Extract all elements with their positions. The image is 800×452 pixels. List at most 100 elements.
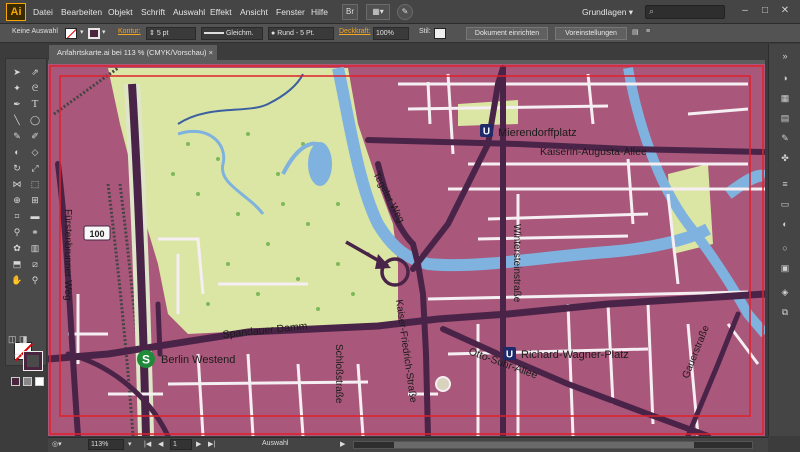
rotate-tool-icon[interactable]: ↻ xyxy=(10,161,24,175)
artboard-tool-icon[interactable]: ⬒ xyxy=(10,257,24,271)
fill-dropdown-icon[interactable]: ▾ xyxy=(80,28,84,36)
opacity-field[interactable]: 100% xyxy=(373,27,409,40)
zoom-tool-icon[interactable]: ⚲ xyxy=(28,273,42,287)
line-tool-icon[interactable]: ╲ xyxy=(10,113,24,127)
none-mode-icon[interactable] xyxy=(35,377,44,386)
graphic-styles-icon[interactable]: ▣ xyxy=(778,262,792,274)
pencil-tool-icon[interactable]: ✐ xyxy=(28,129,42,143)
first-artboard-icon[interactable]: |◀ xyxy=(144,440,151,448)
gpu-performance-icon[interactable]: ✎ xyxy=(397,4,413,20)
search-icon: ⌕ xyxy=(649,6,655,16)
menu-objekt[interactable]: Objekt xyxy=(108,7,133,17)
draw-mode-icons[interactable]: ◫ ◨ xyxy=(8,334,44,346)
appearance-panel-icon[interactable]: ○ xyxy=(778,242,792,254)
brush-tool-icon[interactable]: ✎ xyxy=(10,129,24,143)
stroke-swatch[interactable] xyxy=(88,28,100,39)
scrollbar-thumb[interactable] xyxy=(394,442,694,448)
lasso-tool-icon[interactable]: ᘓ xyxy=(28,81,42,95)
magic-wand-tool-icon[interactable]: ✦ xyxy=(10,81,24,95)
brushes-panel-icon[interactable]: ✎ xyxy=(778,132,792,144)
tools-panel: ➤ ⇗ ✦ ᘓ ✒ T ╲ ◯ ✎ ✐ ◐ ◇ ↻ ⤢ ⋈ ⬚ ⊕ ⊞ ⌗ ▬ … xyxy=(5,58,47,386)
perspective-grid-tool-icon[interactable]: ⊞ xyxy=(28,193,42,207)
scale-tool-icon[interactable]: ⤢ xyxy=(28,161,42,175)
gradient-mode-icon[interactable] xyxy=(23,377,32,386)
blend-tool-icon[interactable]: ⚭ xyxy=(28,225,42,239)
slice-tool-icon[interactable]: ⧄ xyxy=(28,257,42,271)
menu-effekt[interactable]: Effekt xyxy=(210,7,232,17)
minimize-icon[interactable]: – xyxy=(737,5,753,17)
symbols-panel-icon[interactable]: ✤ xyxy=(778,152,792,164)
next-artboard-icon[interactable]: ▶ xyxy=(196,440,201,448)
eraser-tool-icon[interactable]: ◇ xyxy=(28,145,42,159)
hand-tool-icon[interactable]: ✋ xyxy=(10,273,24,287)
column-graph-tool-icon[interactable]: ▥ xyxy=(28,241,42,255)
preferences-button[interactable]: Voreinstellungen xyxy=(555,27,627,40)
color-mode-icon[interactable] xyxy=(11,377,20,386)
menu-schrift[interactable]: Schrift xyxy=(141,7,165,17)
swap-colors-icon[interactable] xyxy=(10,321,24,335)
menu-datei[interactable]: Datei xyxy=(33,7,53,17)
menu-ansicht[interactable]: Ansicht xyxy=(240,7,268,17)
artboards-panel-icon[interactable]: ⧉ xyxy=(778,306,792,318)
collapse-panels-icon[interactable]: » xyxy=(778,50,792,62)
prev-artboard-icon[interactable]: ◀ xyxy=(158,440,163,448)
stroke-weight-value: 5 pt xyxy=(156,30,169,37)
bridge-button[interactable]: Br xyxy=(342,4,358,20)
swatches-panel-icon[interactable]: ▤ xyxy=(778,112,792,124)
gpu-icon[interactable]: ◎▾ xyxy=(52,440,62,448)
gradient-panel-icon[interactable]: ▭ xyxy=(778,198,792,210)
tab-close-icon[interactable]: × xyxy=(209,45,213,60)
layers-panel-icon[interactable]: ◈ xyxy=(778,286,792,298)
screen-mode-icon[interactable]: ▭ xyxy=(14,350,38,362)
artboard-canvas[interactable]: U U S 100 Mierendorffplatz Kaiserin-Augu… xyxy=(48,64,765,436)
menu-fenster[interactable]: Fenster xyxy=(276,7,305,17)
color-panel-icon[interactable]: ◑ xyxy=(778,72,792,84)
stroke-dropdown-icon[interactable]: ▾ xyxy=(102,28,106,36)
plaza-center xyxy=(437,378,449,390)
width-tool-icon[interactable]: ⋈ xyxy=(10,177,24,191)
eyedropper-tool-icon[interactable]: ⚲ xyxy=(10,225,24,239)
pen-tool-icon[interactable]: ✒ xyxy=(10,97,24,111)
document-setup-button[interactable]: Dokument einrichten xyxy=(466,27,548,40)
last-artboard-icon[interactable]: ▶| xyxy=(208,440,215,448)
shape-builder-tool-icon[interactable]: ⊕ xyxy=(10,193,24,207)
symbol-sprayer-tool-icon[interactable]: ✿ xyxy=(10,241,24,255)
stroke-weight-field[interactable]: ⇕ 5 pt xyxy=(146,27,196,40)
zoom-dropdown-icon[interactable]: ▾ xyxy=(128,440,132,448)
maximize-icon[interactable]: □ xyxy=(757,5,773,17)
opacity-label[interactable]: Deckkraft: xyxy=(339,28,371,35)
type-tool-icon[interactable]: T xyxy=(28,97,42,111)
stroke-panel-icon[interactable]: ≡ xyxy=(778,178,792,190)
align-icon[interactable]: ▤ xyxy=(632,28,639,36)
free-transform-tool-icon[interactable]: ⬚ xyxy=(28,177,42,191)
kontur-label[interactable]: Kontur: xyxy=(118,28,141,35)
status-menu-icon[interactable]: ▶ xyxy=(340,440,345,448)
blob-brush-tool-icon[interactable]: ◐ xyxy=(10,145,24,159)
help-search-input[interactable]: ⌕ xyxy=(645,5,725,19)
gradient-tool-icon[interactable]: ▬ xyxy=(28,209,42,223)
menu-hilfe[interactable]: Hilfe xyxy=(311,7,328,17)
ellipse-tool-icon[interactable]: ◯ xyxy=(28,113,42,127)
label-kaiserin-augusta-allee: Kaiserin-Augusta-Allee xyxy=(540,146,647,158)
panel-menu-icon[interactable]: ≡ xyxy=(646,28,650,35)
selection-tool-icon[interactable]: ➤ xyxy=(10,65,24,79)
brush-definition[interactable]: ● Rund - 5 Pt. xyxy=(268,27,334,40)
label-richard-wagner-platz: Richard-Wagner-Platz xyxy=(521,349,629,361)
horizontal-scrollbar[interactable] xyxy=(353,441,753,449)
zoom-level-field[interactable]: 113% xyxy=(88,439,124,450)
transparency-panel-icon[interactable]: ◐ xyxy=(778,218,792,230)
direct-selection-tool-icon[interactable]: ⇗ xyxy=(28,65,42,79)
graphic-style-swatch[interactable] xyxy=(434,28,446,39)
color-guide-icon[interactable]: ▦ xyxy=(778,92,792,104)
menu-auswahl[interactable]: Auswahl xyxy=(173,7,205,17)
workspace-switcher[interactable]: Grundlagen ▾ xyxy=(582,7,633,18)
arrange-documents-icon[interactable]: ▦▾ xyxy=(366,4,390,20)
fill-swatch[interactable] xyxy=(65,28,77,39)
control-bar: Keine Auswahl ▾ ▾ Kontur: ⇕ 5 pt Gleichm… xyxy=(0,24,800,43)
close-icon[interactable]: ✕ xyxy=(777,5,793,17)
mesh-tool-icon[interactable]: ⌗ xyxy=(10,209,24,223)
variable-width-profile[interactable]: Gleichm. xyxy=(201,27,263,40)
menu-bearbeiten[interactable]: Bearbeiten xyxy=(61,7,102,17)
artboard-number-field[interactable]: 1 xyxy=(170,439,192,450)
document-tab[interactable]: Anfahrtskarte.ai bei 113 % (CMYK/Vorscha… xyxy=(48,44,218,60)
